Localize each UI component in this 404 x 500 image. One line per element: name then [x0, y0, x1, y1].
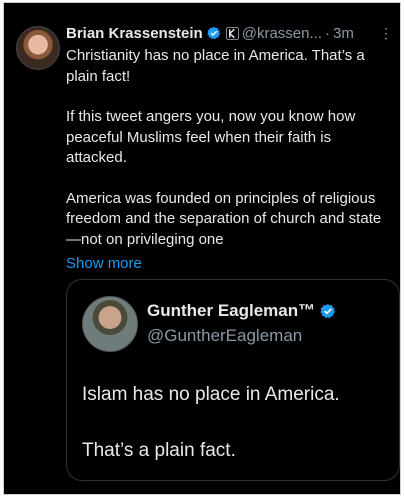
tweet-paragraph: Christianity has no place in America. Th…	[66, 47, 365, 85]
separator-dot: ·	[325, 24, 330, 42]
quoted-author-handle[interactable]: @GuntherEagleman	[147, 326, 302, 346]
author-handle[interactable]: @krassen...	[242, 25, 322, 42]
quoted-text-line: That’s a plain fact.	[82, 440, 236, 461]
author-name[interactable]: Brian Krassenstein	[66, 25, 203, 42]
tweet-card: Brian Krassenstein @krassen... · 3m ⋮ Ch…	[3, 2, 401, 495]
verified-badge-icon	[320, 304, 336, 319]
tweet-header: Brian Krassenstein @krassen... · 3m ⋮	[66, 23, 393, 43]
quoted-tweet[interactable]: Gunther Eagleman™ @GuntherEagleman Islam…	[66, 279, 400, 481]
k-affiliate-icon	[225, 26, 239, 40]
tweet-paragraph: If this tweet angers you, now you know h…	[66, 108, 356, 166]
author-avatar[interactable]	[16, 26, 60, 70]
quoted-author-name[interactable]: Gunther Eagleman™	[147, 301, 315, 321]
quoted-author-row: Gunther Eagleman™	[147, 301, 336, 321]
more-options-icon[interactable]: ⋮	[379, 25, 393, 42]
show-more-link[interactable]: Show more	[66, 255, 142, 272]
quoted-author-avatar[interactable]	[82, 296, 138, 352]
quoted-text-line: Islam has no place in America.	[82, 384, 340, 405]
tweet-body: Christianity has no place in America. Th…	[66, 46, 394, 250]
tweet-time[interactable]: 3m	[333, 25, 354, 42]
tweet-paragraph: America was founded on principles of rel…	[66, 189, 382, 248]
verified-badge-icon	[207, 26, 220, 40]
